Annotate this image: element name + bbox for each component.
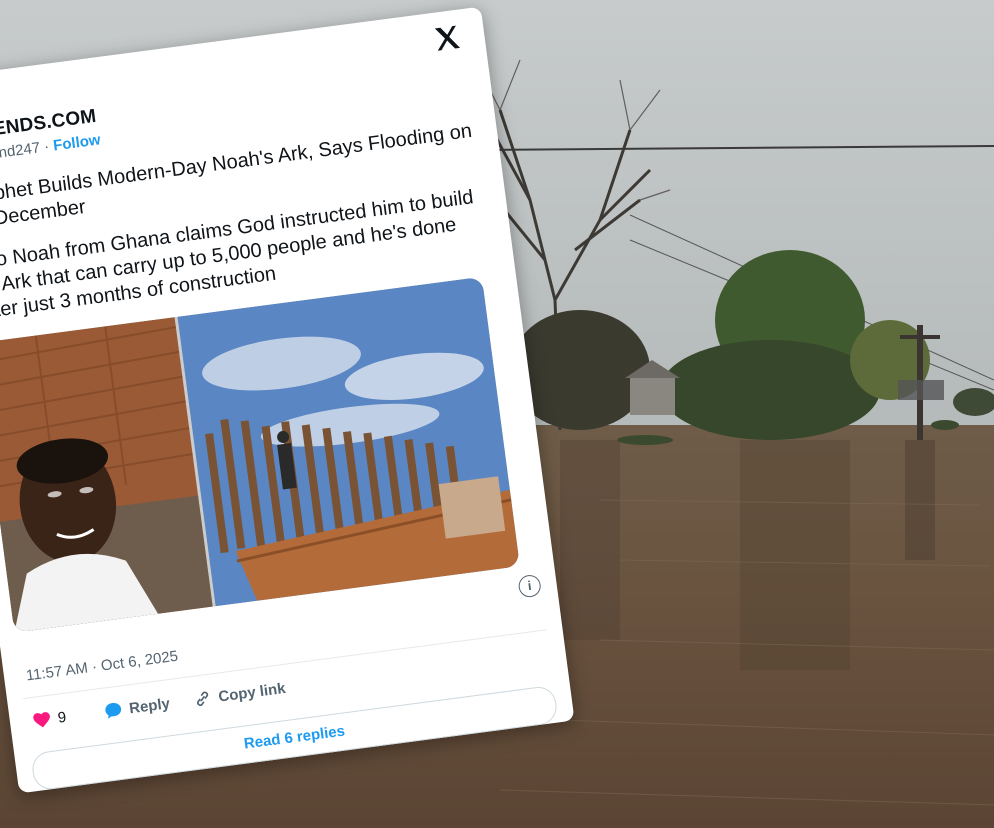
- copy-link-label: Copy link: [217, 679, 287, 706]
- heart-icon: [33, 712, 50, 728]
- copy-link-button[interactable]: Copy link: [191, 678, 286, 710]
- link-icon: [197, 691, 209, 706]
- like-count: 9: [56, 708, 68, 727]
- ark-construction-photo: [177, 276, 521, 607]
- account-handle[interactable]: @etrend247: [0, 139, 41, 167]
- tweet-card: ETRENDS.COM @etrend247 · Follow Prophet …: [0, 6, 575, 794]
- media-image-grid: [0, 276, 521, 633]
- tweet-timestamp[interactable]: 11:57 AM · Oct 6, 2025: [25, 648, 179, 685]
- tweet-media[interactable]: [0, 276, 521, 633]
- reply-button[interactable]: Reply: [102, 693, 171, 722]
- tweet-header: ETRENDS.COM @etrend247 · Follow: [0, 106, 102, 167]
- x-logo-icon[interactable]: [431, 21, 465, 55]
- speech-bubble-icon: [105, 702, 122, 719]
- like-button[interactable]: 9: [31, 707, 68, 731]
- reply-label: Reply: [128, 694, 171, 717]
- selfie-photo: [0, 317, 213, 633]
- follow-button[interactable]: Follow: [52, 131, 101, 154]
- info-icon[interactable]: i: [517, 573, 543, 599]
